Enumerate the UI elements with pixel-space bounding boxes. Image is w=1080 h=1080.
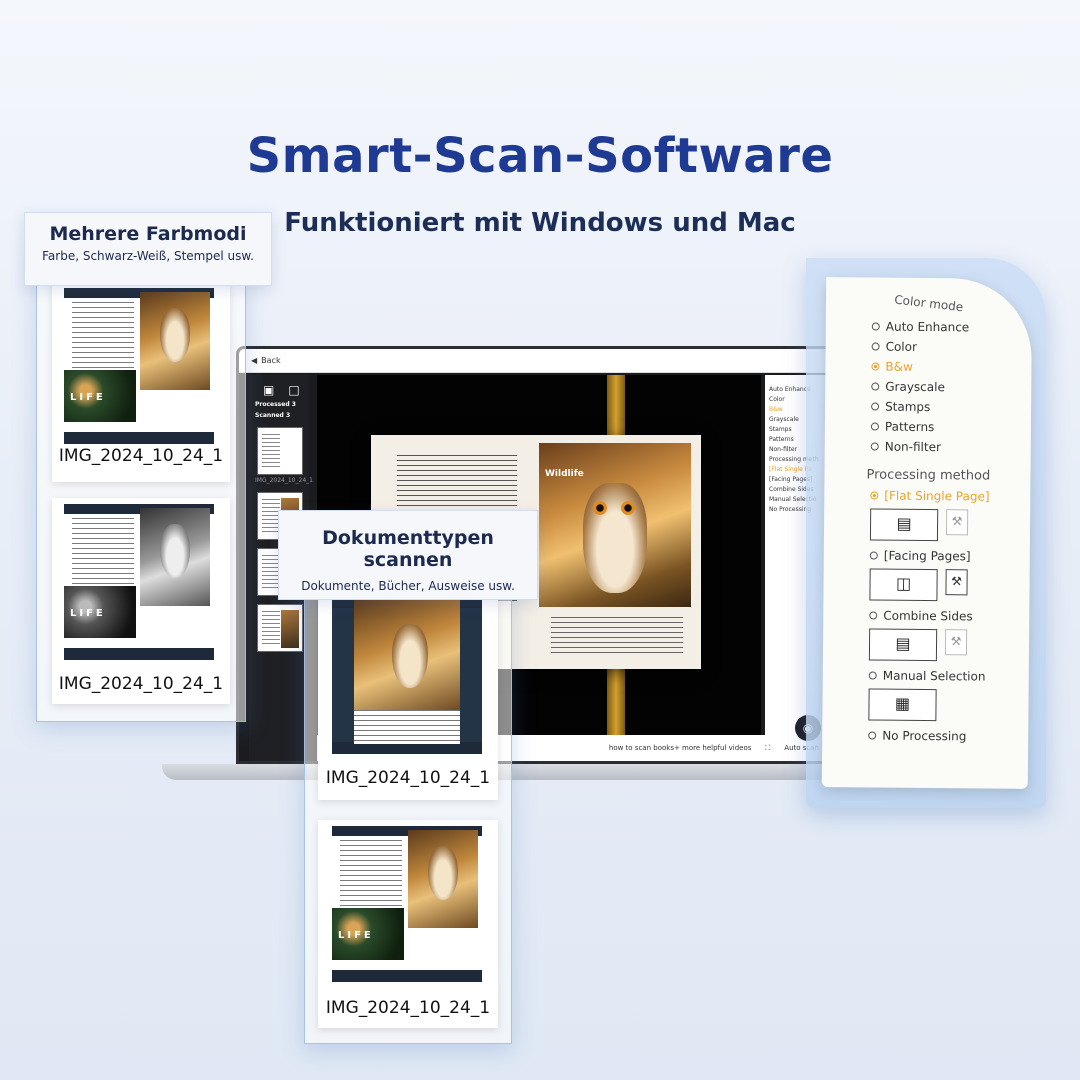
color-option-label: Auto Enhance	[885, 319, 970, 335]
sidebar-thumbnail-caption: IMG_2024_10_24_1	[255, 477, 313, 484]
book-thumbnail	[332, 598, 482, 754]
book-caption-text	[551, 617, 683, 657]
manual-selection-icon[interactable]: ▦	[868, 688, 937, 722]
color-option-label: Color	[885, 339, 918, 354]
folder-icon[interactable]: □	[288, 383, 299, 397]
thumbnail-caption: IMG_2024_10_24_1	[58, 674, 224, 694]
radio-icon	[871, 342, 880, 351]
color-option[interactable]: Non-filter	[870, 439, 1031, 455]
color-option[interactable]: Color	[871, 339, 1032, 355]
scanned-stat: Scanned 3	[255, 412, 291, 419]
facing-pages-icon[interactable]: ◫	[869, 568, 938, 602]
color-option-label: Stamps	[885, 399, 931, 415]
radio-icon	[870, 442, 879, 451]
callout-title: Dokumenttypen scannen	[322, 527, 494, 571]
wrench-icon[interactable]: ⚒	[944, 629, 968, 656]
proc-option[interactable]: [Flat Single Page]	[870, 489, 1030, 504]
back-button[interactable]: Back	[261, 356, 280, 365]
color-option[interactable]: Stamps	[871, 400, 1031, 415]
options-paper: Color mode Auto Enhance Color B&w Grayscale…	[821, 277, 1033, 789]
headline: Smart-Scan-Software	[246, 128, 834, 184]
processed-stat: Processed 3	[255, 401, 296, 408]
camera-icon[interactable]: ▣	[263, 383, 274, 397]
thumbnail-card[interactable]: LIFE IMG_2024_10_24_1	[52, 282, 230, 482]
color-thumbnail: LIFE	[64, 288, 214, 444]
wrench-icon[interactable]: ⚒	[945, 509, 969, 536]
color-option-label: B&w	[885, 359, 913, 374]
callout-subtitle: Farbe, Schwarz-Weiß, Stempel usw.	[42, 249, 254, 263]
callout-title: Mehrere Farbmodi	[49, 223, 247, 245]
proc-option[interactable]: [Facing Pages]	[869, 549, 1030, 564]
radio-icon	[870, 422, 879, 431]
proc-option[interactable]: No Processing	[868, 728, 1028, 743]
thumbnail-caption: IMG_2024_10_24_1	[325, 768, 491, 788]
owl-photo: Wildlife	[539, 443, 691, 607]
thumbnail-card[interactable]: LIFE IMG_2024_10_24_1	[52, 498, 230, 704]
color-option[interactable]: Grayscale	[871, 380, 1031, 395]
callout-subtitle: Dokumente, Bücher, Ausweise usw.	[301, 579, 515, 593]
back-icon[interactable]: ◀	[251, 356, 257, 365]
thumbnail-card[interactable]: LIFE IMG_2024_10_24_1	[318, 820, 498, 1028]
color-modes-callout: Mehrere Farbmodi Farbe, Schwarz-Weiß, St…	[24, 212, 272, 286]
bw-thumbnail: LIFE	[64, 504, 214, 660]
sidebar-thumbnail[interactable]	[257, 427, 303, 475]
combine-sides-icon[interactable]: ▤	[868, 628, 938, 662]
thumbnail-caption: IMG_2024_10_24_1	[325, 998, 491, 1018]
color-option[interactable]: B&w	[871, 360, 1031, 375]
wrench-icon[interactable]: ⚒	[945, 569, 968, 596]
color-thumbnail: LIFE	[332, 826, 482, 982]
radio-icon	[871, 382, 880, 391]
app-topbar: ◀ Back	[239, 349, 833, 373]
sidebar-thumbnail[interactable]	[257, 604, 303, 652]
radio-icon	[871, 402, 880, 411]
thumbnail-card[interactable]: IMG_2024_10_24_1	[318, 592, 498, 800]
radio-icon	[871, 322, 880, 331]
proc-option[interactable]: Manual Selection	[868, 668, 1029, 684]
radio-icon	[871, 362, 880, 371]
laptop-base	[162, 764, 902, 780]
doc-types-callout: Dokumenttypen scannen Dokumente, Bücher,…	[278, 510, 538, 600]
help-link[interactable]: how to scan books+ more helpful videos	[609, 744, 752, 752]
proc-option[interactable]: Combine Sides	[869, 608, 1029, 623]
fullscreen-icon[interactable]: ⛶	[765, 744, 770, 753]
thumbnail-caption: IMG_2024_10_24_1	[58, 446, 224, 466]
owl-image	[583, 483, 647, 593]
color-option[interactable]: Auto Enhance	[871, 319, 1032, 335]
color-option-label: Grayscale	[885, 379, 945, 395]
single-page-icon[interactable]: ▤	[869, 508, 939, 542]
color-option[interactable]: Patterns	[870, 419, 1031, 435]
color-option-label: Non-filter	[884, 439, 941, 455]
processing-method-title: Processing method	[866, 467, 991, 484]
color-option-label: Patterns	[884, 419, 935, 435]
